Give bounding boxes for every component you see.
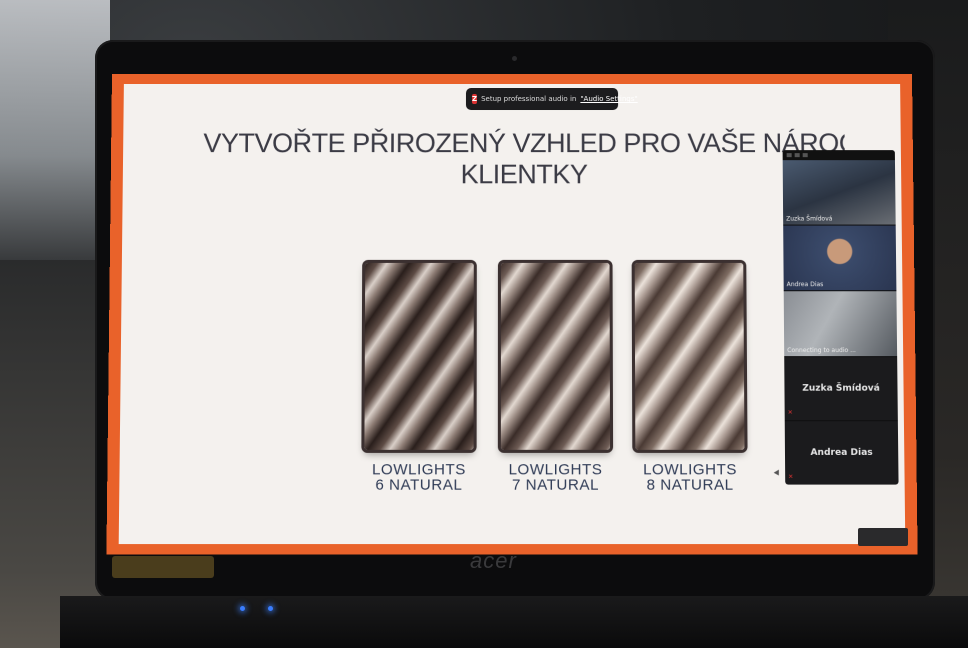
hair-swatch-image [634,262,745,450]
status-led-icon [268,606,273,611]
swatch-label: LOWLIGHTS 8 NATURAL [629,461,751,494]
status-led-icon [240,606,245,611]
webcam [512,56,517,61]
swatch-label-line1: LOWLIGHTS [371,461,466,479]
video-tile[interactable]: Andrea Dias [783,225,897,292]
muted-mic-icon: ✕ [787,409,793,417]
swatch-label-line2: 6 NATURAL [375,476,463,494]
audio-settings-notification[interactable]: Z Setup professional audio in "Audio Set… [465,87,638,111]
laptop-sticker [858,528,908,546]
video-tile[interactable]: Connecting to audio ... [783,291,898,358]
swatch-label: LOWLIGHTS 7 NATURAL [495,461,616,494]
swatch-label: LOWLIGHTS 6 NATURAL [358,461,479,494]
swatch-6-natural: LOWLIGHTS 6 NATURAL [358,262,480,494]
slide-title-line2: KLIENTKY [460,159,588,190]
slide-title: VYTVOŘTE PŘIROZENÝ VZHLED PRO VAŠE NÁROČ… [203,128,845,190]
swatch-8-natural: LOWLIGHTS 8 NATURAL [629,262,751,494]
layout-icon[interactable] [802,153,808,158]
audio-settings-link[interactable]: "Audio Settings" [580,95,637,103]
tile-name: Connecting to audio ... [787,346,856,355]
participant-name: Andrea Dias [810,447,873,459]
swatch-7-natural: LOWLIGHTS 7 NATURAL [495,262,616,494]
participant-name-tile[interactable]: Zuzka Šmídová ✕ [784,357,898,422]
notification-text: Setup professional audio in [481,95,577,104]
swatch-label-line1: LOWLIGHTS [508,461,603,479]
swatch-label-line1: LOWLIGHTS [643,461,738,479]
room-window [0,0,110,260]
laptop-base [60,596,968,648]
slide-title-line1: VYTVOŘTE PŘIROZENÝ VZHLED PRO VAŠE NÁROČ… [203,128,846,159]
swatch-label-line2: 8 NATURAL [646,476,734,494]
mouse-cursor-icon [773,469,782,478]
muted-mic-icon: ✕ [788,473,794,481]
laptop-screen: Z Setup professional audio in "Audio Set… [106,74,918,555]
presentation-slide: Z Setup professional audio in "Audio Set… [118,83,906,545]
laptop-logo: acer [470,548,517,573]
video-tile[interactable]: Zuzka Šmídová [782,160,896,226]
laptop-sticker [112,556,214,578]
participant-name-tile[interactable]: Andrea Dias ✕ [784,421,899,485]
hair-swatch-image [500,262,611,450]
tile-name: Zuzka Šmídová [786,215,833,223]
swatch-label-line2: 7 NATURAL [512,476,600,494]
hair-swatch-image [364,262,474,450]
panel-toolbar[interactable] [782,150,895,161]
layout-icon[interactable] [794,153,800,158]
zoom-icon: Z [471,93,478,105]
participants-panel[interactable]: Zuzka Šmídová Andrea Dias Connecting to … [782,150,899,485]
tile-name: Andrea Dias [786,281,824,289]
layout-icon[interactable] [786,153,792,158]
participant-name: Zuzka Šmídová [802,383,880,394]
